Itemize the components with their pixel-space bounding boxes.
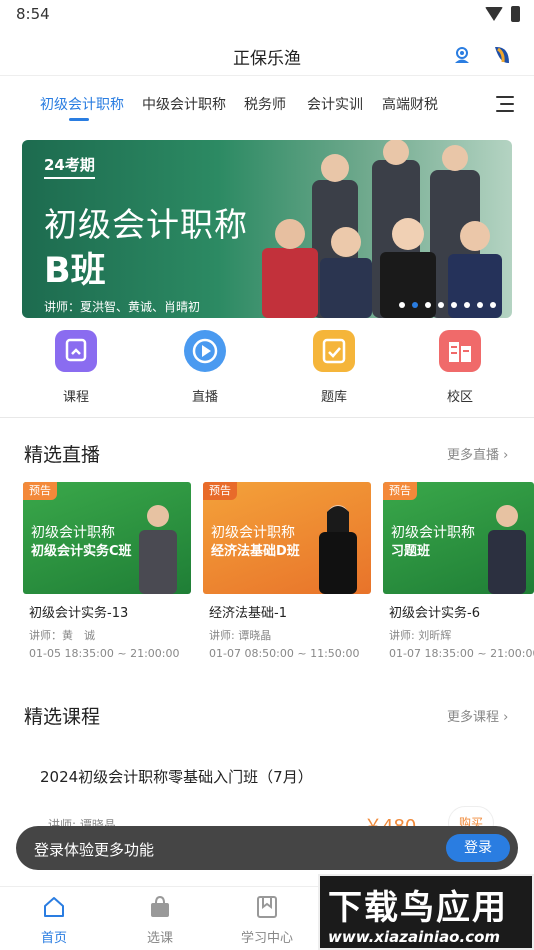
teacher-photo [488,505,526,594]
live-time: 01-05 18:35:00 ~ 21:00:00 [29,647,180,660]
live-name: 经济法基础-1 [209,606,287,621]
chevron-right-icon: › [499,448,509,463]
app-header: 正保乐渔 [0,28,534,76]
login-button[interactable]: 登录 [446,834,510,862]
battery-icon [511,6,520,22]
active-tab-indicator [69,118,89,121]
entry-label: 校区 [446,390,473,405]
tab-tax-agent[interactable]: 税务师 [244,94,286,114]
entry-campus[interactable]: 校区 [420,330,500,405]
banner-class-name: B班 [44,251,106,291]
banner-lecturers: 讲师：夏洪智、黄诚、肖晴初 [44,300,201,314]
nav-label: 选课 [146,931,173,946]
course-icon [55,330,97,372]
watermark-logo: 下载鸟应用 www.xiazainiao.com [318,874,534,950]
user-service-icon[interactable] [452,45,472,65]
live-card[interactable]: 预告 初级会计职称 经济法基础D班 经济法基础-1 讲师: 谭晓晶 01-07 … [203,482,371,660]
section-title-courses: 精选课程 [24,706,101,728]
chevron-right-icon: › [499,710,509,725]
tab-high-end-finance[interactable]: 高端财税 [382,94,438,114]
pagination-dot[interactable] [477,302,483,308]
live-teacher: 讲师: 刘昕辉 [389,629,452,642]
thumb-title: 初级会计职称 [211,525,295,541]
pagination-dot-active[interactable] [412,302,418,308]
entry-label: 课程 [62,390,89,405]
teacher-photo [319,505,357,594]
live-thumbnail: 预告 初级会计职称 习题班 [383,482,534,594]
thumb-subtitle: 经济法基础D班 [211,544,300,559]
watermark-url: www.xiazainiao.com [328,928,501,946]
pagination-dot[interactable] [438,302,444,308]
thumb-title: 初级会计职称 [391,525,475,541]
more-courses-label: 更多课程 [447,710,500,725]
live-teacher: 讲师：黄 诚 [29,629,95,642]
live-name: 初级会计实务-13 [29,606,129,621]
live-time: 01-07 08:50:00 ~ 11:50:00 [209,647,360,660]
live-card[interactable]: 预告 初级会计职称 习题班 初级会计实务-6 讲师: 刘昕辉 01-07 18:… [383,482,534,660]
login-prompt-text: 登录体验更多功能 [34,841,155,859]
nav-learning-center[interactable]: 学习中心 [227,895,307,946]
nav-home[interactable]: 首页 [14,895,94,946]
pagination-dot[interactable] [490,302,496,308]
tab-intermediate-accounting[interactable]: 中级会计职称 [142,94,226,114]
preview-badge: 预告 [203,482,237,500]
entry-label: 题库 [320,390,347,405]
status-bar: 8:54 [0,0,534,28]
thumb-title: 初级会计职称 [31,525,115,541]
status-icons [485,6,520,22]
live-teacher: 讲师: 谭晓晶 [209,629,272,642]
pagination-dot[interactable] [464,302,470,308]
live-name: 初级会计实务-6 [389,606,480,621]
banner-headline: 初级会计职称 [44,205,248,244]
pagination-dot[interactable] [425,302,431,308]
question-bank-icon [313,330,355,372]
entry-label: 直播 [191,390,218,405]
shopping-bag-icon [151,895,169,917]
preview-badge: 预告 [383,482,417,500]
nav-label: 学习中心 [240,931,293,946]
more-courses-link[interactable]: 更多课程 › [447,706,508,725]
more-live-link[interactable]: 更多直播 › [447,444,508,463]
live-thumbnail: 预告 初级会计职称 初级会计实务C班 [23,482,191,594]
home-icon [44,897,64,917]
tab-accounting-practice[interactable]: 会计实训 [307,94,363,114]
more-live-label: 更多直播 [447,448,500,463]
campus-icon [439,330,481,372]
banner-term: 24考期 [44,154,95,179]
menu-icon[interactable] [496,96,514,112]
nav-label: 首页 [40,931,67,946]
thumb-subtitle: 习题班 [391,544,431,559]
banner-pagination [399,302,496,308]
live-time: 01-07 18:35:00 ~ 21:00:00 [389,647,534,660]
thumb-subtitle: 初级会计实务C班 [31,544,132,559]
nav-select-course[interactable]: 选课 [120,895,200,946]
wifi-icon [485,7,503,21]
login-prompt-bar: 登录体验更多功能 登录 [16,826,518,870]
status-time: 8:54 [16,5,50,23]
entry-question-bank[interactable]: 题库 [294,330,374,405]
lecturers-photo [262,140,502,318]
live-thumbnail: 预告 初级会计职称 经济法基础D班 [203,482,371,594]
quick-entries: 课程 直播 题库 校区 [0,330,534,418]
entry-course[interactable]: 课程 [36,330,116,405]
bookmark-icon [257,896,277,918]
watermark-title: 下载鸟应用 [328,888,508,928]
promo-banner[interactable]: 24考期 初级会计职称 B班 讲师：夏洪智、黄诚、肖晴初 [22,140,512,318]
pagination-dot[interactable] [399,302,405,308]
pagination-dot[interactable] [451,302,457,308]
tab-junior-accounting[interactable]: 初级会计职称 [40,94,124,114]
teacher-photo [139,505,177,594]
brand-logo-icon[interactable] [492,44,512,66]
course-title[interactable]: 2024初级会计职称零基础入门班（7月） [40,766,313,787]
preview-badge: 预告 [23,482,57,500]
entry-live[interactable]: 直播 [165,330,245,405]
live-play-icon [184,330,226,372]
section-title-live: 精选直播 [24,444,101,466]
live-card[interactable]: 预告 初级会计职称 初级会计实务C班 初级会计实务-13 讲师：黄 诚 01-0… [23,482,191,660]
